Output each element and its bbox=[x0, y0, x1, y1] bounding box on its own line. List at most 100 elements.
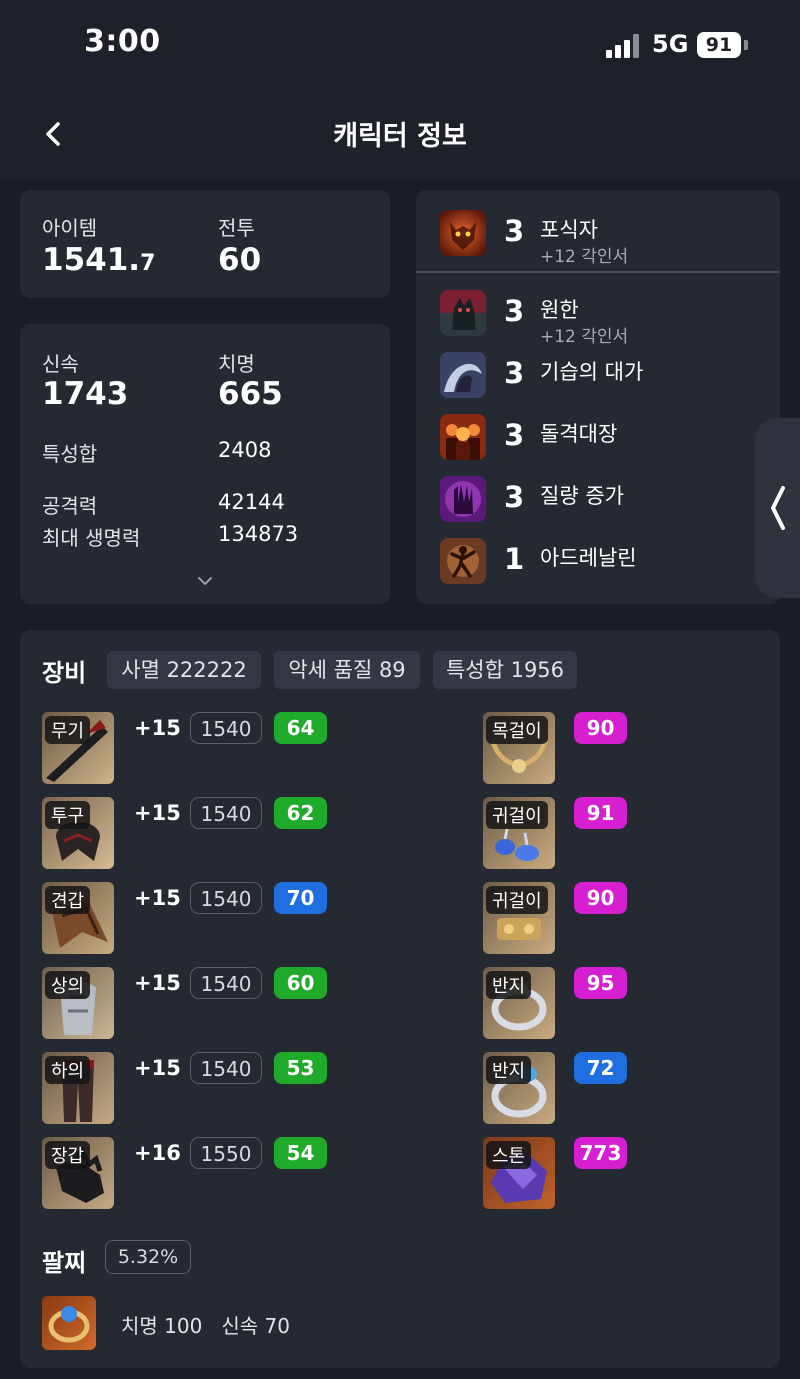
battery-tip bbox=[744, 40, 748, 50]
pants-icon: 하의 bbox=[42, 1052, 114, 1124]
ability-stone-icon: 스톤 bbox=[483, 1137, 555, 1209]
slot-label: 귀걸이 bbox=[486, 886, 548, 914]
elixir-chip: 사멸 222222 bbox=[107, 651, 261, 689]
slot-label: 견갑 bbox=[45, 886, 91, 914]
engraving-name: 아드레날린 bbox=[540, 546, 637, 570]
item-level-label: 아이템 bbox=[42, 216, 98, 240]
shoulder-icon: 견갑 bbox=[42, 882, 114, 954]
signal-icon bbox=[606, 34, 644, 58]
swift-value: 1743 bbox=[42, 376, 129, 412]
max-hp-value: 134873 bbox=[218, 522, 299, 546]
quality-badge: 53 bbox=[274, 1052, 327, 1084]
engraving-level: 3 bbox=[504, 356, 525, 390]
attack-label: 공격력 bbox=[42, 494, 98, 518]
slot-label: 반지 bbox=[486, 1056, 532, 1084]
engraving-row[interactable]: 3 포식자 +12 각인서 bbox=[440, 210, 760, 267]
item-level: 1540 bbox=[190, 967, 262, 999]
quality-badge: 64 bbox=[274, 712, 327, 744]
upgrade-level: +15 bbox=[134, 1056, 181, 1080]
wolf-icon bbox=[440, 210, 486, 256]
stats-card: 신속 1743 치명 665 특성합 2408 공격력 42144 최대 생명력… bbox=[20, 324, 390, 604]
upgrade-level: +16 bbox=[134, 1141, 181, 1165]
slot-label: 무기 bbox=[45, 716, 91, 744]
quality-badge: 91 bbox=[574, 797, 627, 829]
weapon-icon: 무기 bbox=[42, 712, 114, 784]
bracelet-stats: 치명 100 신속 70 bbox=[121, 1314, 291, 1338]
slot-label: 투구 bbox=[45, 801, 91, 829]
engraving-book: +12 각인서 bbox=[540, 247, 629, 267]
engraving-level: 3 bbox=[504, 294, 525, 328]
crit-label: 치명 bbox=[218, 352, 255, 376]
upgrade-level: +15 bbox=[134, 801, 181, 825]
quality-badge: 70 bbox=[274, 882, 327, 914]
beast-icon bbox=[440, 290, 486, 336]
item-level: 1540 bbox=[190, 1052, 262, 1084]
gloves-icon: 장갑 bbox=[42, 1137, 114, 1209]
engraving-name: 질량 증가 bbox=[540, 484, 624, 508]
necklace-icon: 목걸이 bbox=[483, 712, 555, 784]
quality-badge: 773 bbox=[574, 1137, 627, 1169]
quality-badge: 60 bbox=[274, 967, 327, 999]
item-level: 1540 bbox=[190, 712, 262, 744]
engraving-name: 포식자 bbox=[540, 218, 598, 242]
engraving-level: 1 bbox=[504, 542, 525, 576]
runner-icon bbox=[440, 538, 486, 584]
accessory-quality-chip: 악세 품질 89 bbox=[274, 651, 420, 689]
engraving-level: 3 bbox=[504, 214, 525, 248]
earring-icon: 귀걸이 bbox=[483, 797, 555, 869]
slot-label: 귀걸이 bbox=[486, 801, 548, 829]
side-drawer-handle[interactable] bbox=[755, 418, 800, 598]
ring-icon: 반지 bbox=[483, 967, 555, 1039]
combat-label: 전투 bbox=[218, 216, 255, 240]
stat-total-chip: 특성합 1956 bbox=[433, 651, 577, 689]
attack-value: 42144 bbox=[218, 490, 285, 514]
engraving-name: 돌격대장 bbox=[540, 422, 618, 446]
crit-value: 665 bbox=[218, 376, 283, 412]
earring-icon: 귀걸이 bbox=[483, 882, 555, 954]
engraving-row[interactable]: 3 기습의 대가 bbox=[440, 352, 760, 404]
max-hp-label: 최대 생명력 bbox=[42, 526, 141, 550]
total-stat-value: 2408 bbox=[218, 438, 272, 462]
item-level: 1540 bbox=[190, 797, 262, 829]
combat-value: 60 bbox=[218, 242, 262, 278]
engraving-row[interactable]: 1 아드레날린 bbox=[440, 538, 760, 590]
bracelet-title: 팔찌 bbox=[42, 1249, 87, 1277]
engraving-row[interactable]: 3 원한 +12 각인서 bbox=[440, 290, 760, 347]
network-label: 5G bbox=[652, 30, 689, 58]
upgrade-level: +15 bbox=[134, 716, 181, 740]
ring-icon: 반지 bbox=[483, 1052, 555, 1124]
quality-badge: 54 bbox=[274, 1137, 327, 1169]
item-level-value: 1541.7 bbox=[42, 242, 156, 278]
helmet-icon: 투구 bbox=[42, 797, 114, 869]
engraving-level: 3 bbox=[504, 418, 525, 452]
engraving-divider bbox=[416, 271, 780, 273]
battery-icon: 91 bbox=[697, 32, 741, 58]
upgrade-level: +15 bbox=[134, 886, 181, 910]
engraving-name: 기습의 대가 bbox=[540, 360, 644, 384]
engraving-row[interactable]: 3 돌격대장 bbox=[440, 414, 760, 466]
slot-label: 하의 bbox=[45, 1056, 91, 1084]
engraving-book: +12 각인서 bbox=[540, 327, 629, 347]
item-level: 1550 bbox=[190, 1137, 262, 1169]
slot-label: 장갑 bbox=[45, 1141, 91, 1169]
upgrade-level: +15 bbox=[134, 971, 181, 995]
engraving-level: 3 bbox=[504, 480, 525, 514]
chevron-left-icon bbox=[771, 486, 785, 530]
chevron-down-icon bbox=[198, 577, 212, 585]
slot-label: 스톤 bbox=[486, 1141, 532, 1169]
status-time: 3:00 bbox=[84, 24, 161, 59]
quality-badge: 95 bbox=[574, 967, 627, 999]
hooded-figure-icon bbox=[440, 352, 486, 398]
quality-badge: 90 bbox=[574, 712, 627, 744]
chest-armor-icon: 상의 bbox=[42, 967, 114, 1039]
total-stat-label: 특성합 bbox=[42, 442, 98, 466]
engraving-row[interactable]: 3 질량 증가 bbox=[440, 476, 760, 528]
swift-label: 신속 bbox=[42, 352, 79, 376]
equipment-title: 장비 bbox=[42, 659, 87, 687]
bracelet-icon[interactable] bbox=[42, 1296, 96, 1350]
expand-button[interactable] bbox=[195, 574, 215, 588]
slot-label: 목걸이 bbox=[486, 716, 548, 744]
item-level: 1540 bbox=[190, 882, 262, 914]
slot-label: 반지 bbox=[486, 971, 532, 999]
bracelet-percent: 5.32% bbox=[105, 1240, 191, 1274]
